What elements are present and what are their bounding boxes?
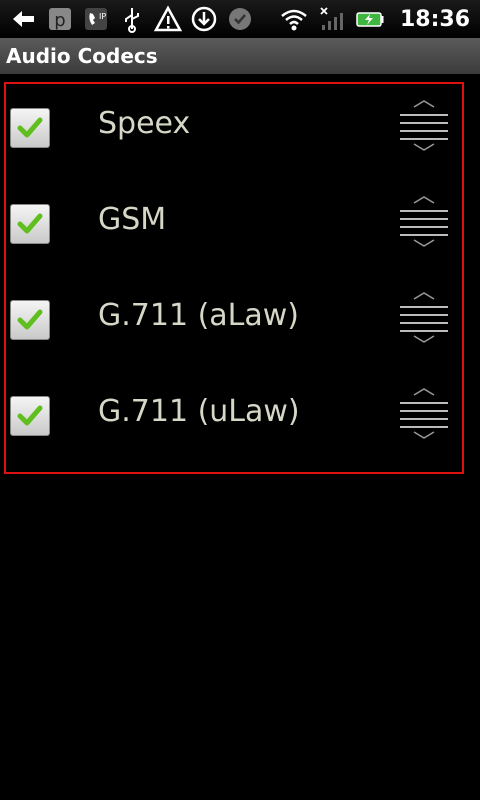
codec-list: Speex GSM G.711 (aLaw) G.711 (uLaw) [4,82,464,474]
check-icon [17,405,43,426]
codec-label: GSM [98,202,167,237]
check-icon [17,117,43,138]
check-icon [17,309,43,330]
codec-label: G.711 (uLaw) [98,394,300,429]
codec-checkbox-gsm[interactable] [10,204,50,244]
codec-label: Speex [98,106,191,141]
status-clock: 18:36 [399,6,470,32]
battery-charging-icon [356,5,384,33]
page-title: Audio Codecs [6,44,158,68]
chat-icon [226,5,254,33]
codec-checkbox-g711-alaw[interactable] [10,300,50,340]
status-bar: p IP 18:36 [0,0,480,38]
warning-icon [154,5,182,33]
wifi-icon [280,5,308,33]
status-icons-right: 18:36 [280,5,480,33]
codec-row-g711-alaw[interactable]: G.711 (aLaw) [6,276,462,372]
check-icon [17,213,43,234]
codec-row-gsm[interactable]: GSM [6,180,462,276]
title-bar: Audio Codecs [0,38,480,74]
codec-checkbox-speex[interactable] [10,108,50,148]
parking-app-icon: p [46,5,74,33]
codec-label: G.711 (aLaw) [98,298,300,333]
svg-text:IP: IP [99,12,106,21]
codec-checkbox-g711-ulaw[interactable] [10,396,50,436]
drag-handle-icon[interactable] [396,194,452,250]
download-icon [190,5,218,33]
sip-call-icon: IP [82,5,110,33]
drag-handle-icon[interactable] [396,290,452,346]
drag-handle-icon[interactable] [396,98,452,154]
drag-handle-icon[interactable] [396,386,452,442]
no-signal-icon [318,5,346,33]
codec-row-speex[interactable]: Speex [6,84,462,180]
svg-text:p: p [54,10,65,31]
back-arrow-icon [10,5,38,33]
usb-icon [118,5,146,33]
codec-row-g711-ulaw[interactable]: G.711 (uLaw) [6,372,462,468]
status-icons-left: p IP [0,5,254,33]
